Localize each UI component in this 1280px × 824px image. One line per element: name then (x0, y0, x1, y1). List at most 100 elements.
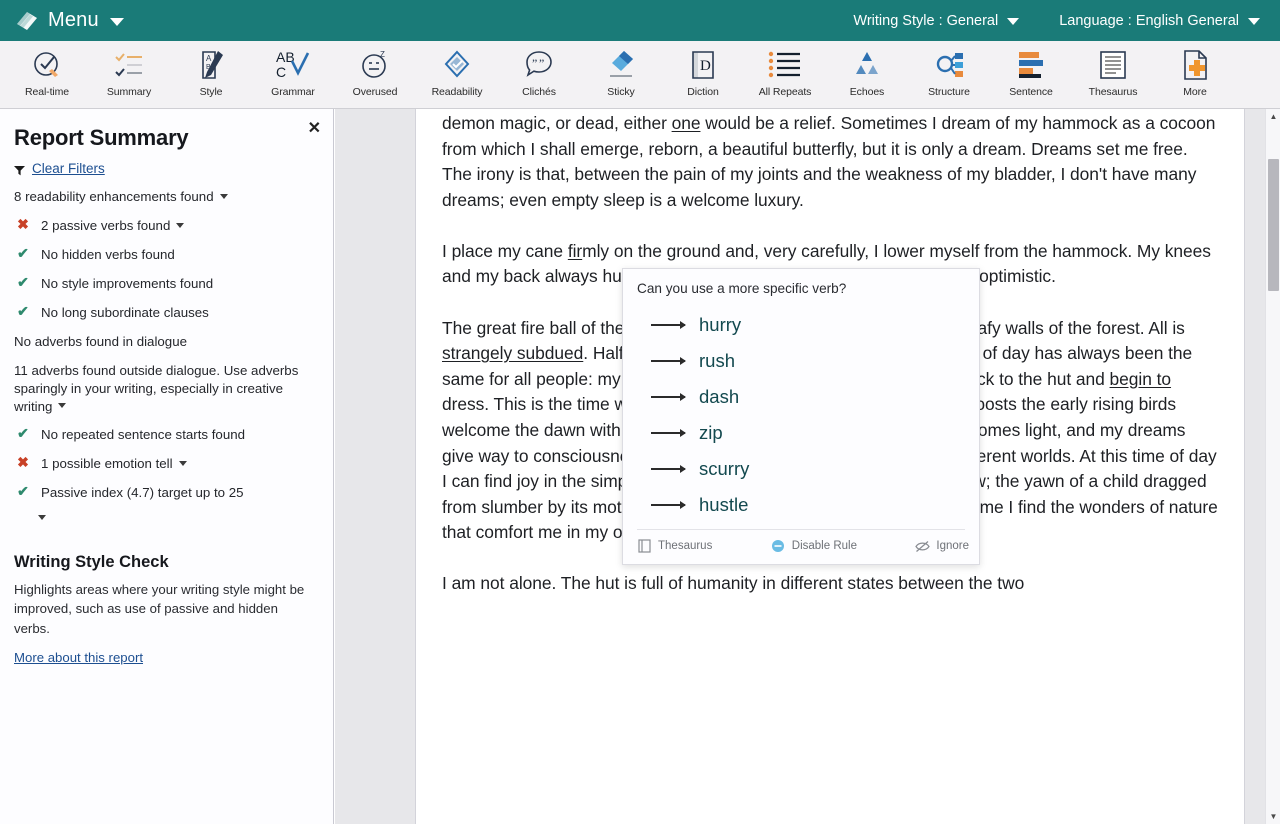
check-icon: ✔ (17, 244, 29, 261)
app-top-bar: Menu Writing Style : General Language : … (0, 0, 1280, 41)
expand-more-button[interactable] (32, 509, 317, 527)
vertical-scrollbar[interactable]: ▲ ▼ (1265, 109, 1280, 824)
grammar-underline[interactable]: fir (568, 241, 582, 261)
ribbon-item-label: Readability (431, 86, 483, 98)
ribbon-item-label: Overused (352, 86, 398, 98)
style-pen-page-icon: AB (189, 45, 233, 85)
ribbon-item-sentence[interactable]: Sentence (990, 41, 1072, 107)
popup-divider (637, 529, 965, 530)
book-logo-icon (14, 9, 40, 33)
grammar-underline[interactable]: one (672, 113, 701, 133)
clear-filters-button[interactable]: Clear Filters (14, 161, 317, 176)
diction-dictionary-icon: D (681, 45, 725, 85)
suggestion-item[interactable]: dash (637, 379, 965, 415)
chevron-down-icon[interactable] (178, 461, 187, 467)
report-item: ✔ No long subordinate clauses (14, 303, 317, 322)
close-icon[interactable]: ✕ (308, 121, 321, 137)
arrow-right-icon (651, 429, 686, 437)
document-paragraph: demon magic, or dead, either one would b… (442, 111, 1218, 213)
report-item[interactable]: 8 readability enhancements found (14, 188, 317, 206)
report-item[interactable]: ✖ 1 possible emotion tell (14, 454, 317, 473)
report-item-label: No style improvements found (41, 275, 214, 291)
ribbon-item-label: Echoes (849, 86, 885, 98)
more-about-report-link[interactable]: More about this report (14, 650, 317, 665)
realtime-clock-check-icon (25, 45, 69, 85)
ribbon-item-grammar[interactable]: AB C Grammar (252, 41, 334, 107)
report-item[interactable]: 11 adverbs found outside dialogue. Use a… (14, 362, 317, 416)
report-item: ✔ No style improvements found (14, 273, 317, 293)
page-title: Report Summary (14, 125, 189, 150)
menu-button[interactable]: Menu (14, 9, 124, 33)
chevron-down-icon[interactable] (58, 403, 67, 409)
clear-filters-label: Clear Filters (32, 161, 105, 176)
ribbon-item-style[interactable]: A B Style (170, 41, 252, 107)
chevron-down-icon[interactable] (1007, 18, 1020, 25)
writing-style-check-description: Highlights areas where your writing styl… (14, 582, 305, 636)
ribbon-item-summary[interactable]: Summary (88, 41, 170, 107)
chevron-down-icon[interactable] (38, 514, 46, 520)
sticky-highlighter-icon (599, 45, 643, 85)
ribbon-item-sticky[interactable]: Sticky (580, 41, 662, 107)
check-icon: ✔ (17, 273, 29, 290)
ribbon-item-real-time[interactable]: Real-time (6, 41, 88, 107)
popup-thesaurus-button[interactable]: Thesaurus (637, 539, 712, 554)
ribbon-item-readability[interactable]: Readability (416, 41, 498, 107)
scroll-up-arrow-icon[interactable]: ▲ (1266, 109, 1280, 124)
report-item-label: No hidden verbs found (41, 246, 175, 262)
popup-footer: Thesaurus Disable Rule Ignore (637, 533, 969, 559)
ribbon-item-all-repeats[interactable]: All Repeats (744, 41, 826, 107)
ribbon-item-diction[interactable]: D Diction (662, 41, 744, 107)
ribbon-item-label: Real-time (24, 86, 70, 98)
suggestion-item[interactable]: rush (637, 343, 965, 379)
suggestion-label: hustle (699, 494, 749, 515)
ribbon-item-thesaurus[interactable]: Thesaurus (1072, 41, 1154, 107)
popup-footer-label: Disable Rule (791, 540, 857, 552)
popup-ignore-button[interactable]: Ignore (915, 539, 969, 554)
popup-disable-rule-button[interactable]: Disable Rule (771, 539, 857, 554)
ribbon-item-structure[interactable]: Structure (908, 41, 990, 107)
suggestion-item[interactable]: zip (637, 415, 965, 451)
report-item-label: No adverbs found in dialogue (14, 333, 187, 349)
verb-suggestion-popup[interactable]: Can you use a more specific verb? hurry r… (622, 268, 980, 565)
chevron-down-icon[interactable] (219, 193, 228, 199)
suggestion-label: zip (699, 422, 723, 443)
cross-icon: ✖ (17, 454, 29, 471)
funnel-icon (14, 163, 25, 176)
ribbon-item-more[interactable]: More (1154, 41, 1236, 107)
vertical-scroll-thumb[interactable] (1268, 159, 1279, 291)
grammar-underline[interactable]: strangely subdued (442, 343, 583, 363)
report-item[interactable]: ✖ 2 passive verbs found (14, 216, 317, 235)
writing-style-selector[interactable]: Writing Style : General (853, 13, 1020, 29)
overused-face-icon: Z (353, 45, 397, 85)
suggestion-item[interactable]: hustle (637, 487, 965, 523)
report-item-label: 1 possible emotion tell (41, 456, 173, 472)
suggestion-item[interactable]: hurry (637, 307, 965, 343)
scroll-down-arrow-icon[interactable]: ▼ (1266, 809, 1280, 824)
report-item: ✔ No hidden verbs found (14, 244, 317, 264)
document-paragraph: I am not alone. The hut is full of human… (442, 571, 1218, 597)
suggestion-item[interactable]: scurry (637, 451, 965, 487)
language-selector[interactable]: Language : English General (1059, 13, 1260, 29)
summary-checklist-icon (107, 45, 151, 85)
ignore-eye-slash-icon (915, 539, 931, 554)
report-item-label: 2 passive verbs found (41, 217, 171, 233)
grammar-underline[interactable]: begin to (1110, 369, 1172, 389)
ribbon-item-clich-s[interactable]: ”” Clichés (498, 41, 580, 107)
arrow-right-icon (651, 321, 686, 329)
ribbon-item-label: More (1183, 86, 1207, 98)
thesaurus-pages-icon (1091, 45, 1135, 85)
text-run: I place my cane (442, 240, 568, 261)
report-item: No adverbs found in dialogue (14, 333, 317, 351)
chevron-down-icon[interactable] (109, 17, 124, 26)
language-label: Language : English General (1059, 12, 1239, 29)
chevron-down-icon[interactable] (1248, 18, 1260, 25)
report-item: ✔ No repeated sentence starts found (14, 426, 317, 444)
ribbon-item-echoes[interactable]: Echoes (826, 41, 908, 107)
report-item: ✔ Passive index (4.7) target up to 25 (14, 483, 317, 502)
arrow-right-icon (651, 465, 686, 473)
report-item-label: 8 readability enhancements found (14, 189, 214, 204)
ribbon-item-overused[interactable]: Z Overused (334, 41, 416, 107)
chevron-down-icon[interactable] (176, 222, 185, 228)
svg-text:C: C (276, 64, 286, 80)
text-run: I am not alone. The hut is full of human… (442, 573, 1025, 594)
